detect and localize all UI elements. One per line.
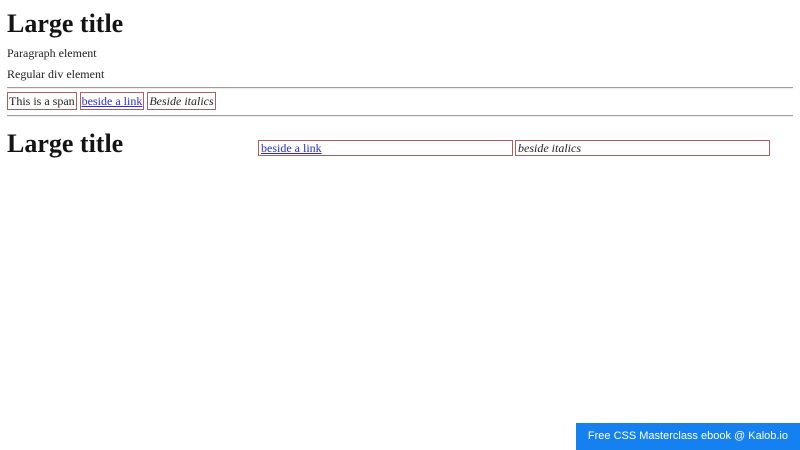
beside-a-link[interactable]: beside a link	[82, 94, 143, 108]
span-element: This is a span	[7, 92, 77, 110]
page-content: Large title Paragraph element Regular di…	[0, 0, 800, 166]
wide-link-box: beside a link	[258, 140, 513, 156]
horizontal-rule-bottom	[7, 115, 793, 117]
paragraph-element: Paragraph element	[7, 46, 97, 60]
regular-div-element: Regular div element	[7, 67, 105, 81]
page-title: Large title	[7, 9, 124, 38]
page-title-2: Large title	[7, 129, 124, 158]
horizontal-rule-top	[7, 87, 793, 89]
beside-a-link-2[interactable]: beside a link	[261, 141, 322, 155]
inline-block-row: Large title beside a link beside italics	[7, 129, 793, 159]
wide-italics-box: beside italics	[515, 140, 770, 156]
promo-badge[interactable]: Free CSS Masterclass ebook @ Kalob.io	[575, 423, 800, 450]
span-row: This is a span beside a link Beside italic…	[7, 92, 793, 110]
italics-element: Beside italics	[147, 92, 216, 110]
link-box: beside a link	[79, 92, 145, 110]
